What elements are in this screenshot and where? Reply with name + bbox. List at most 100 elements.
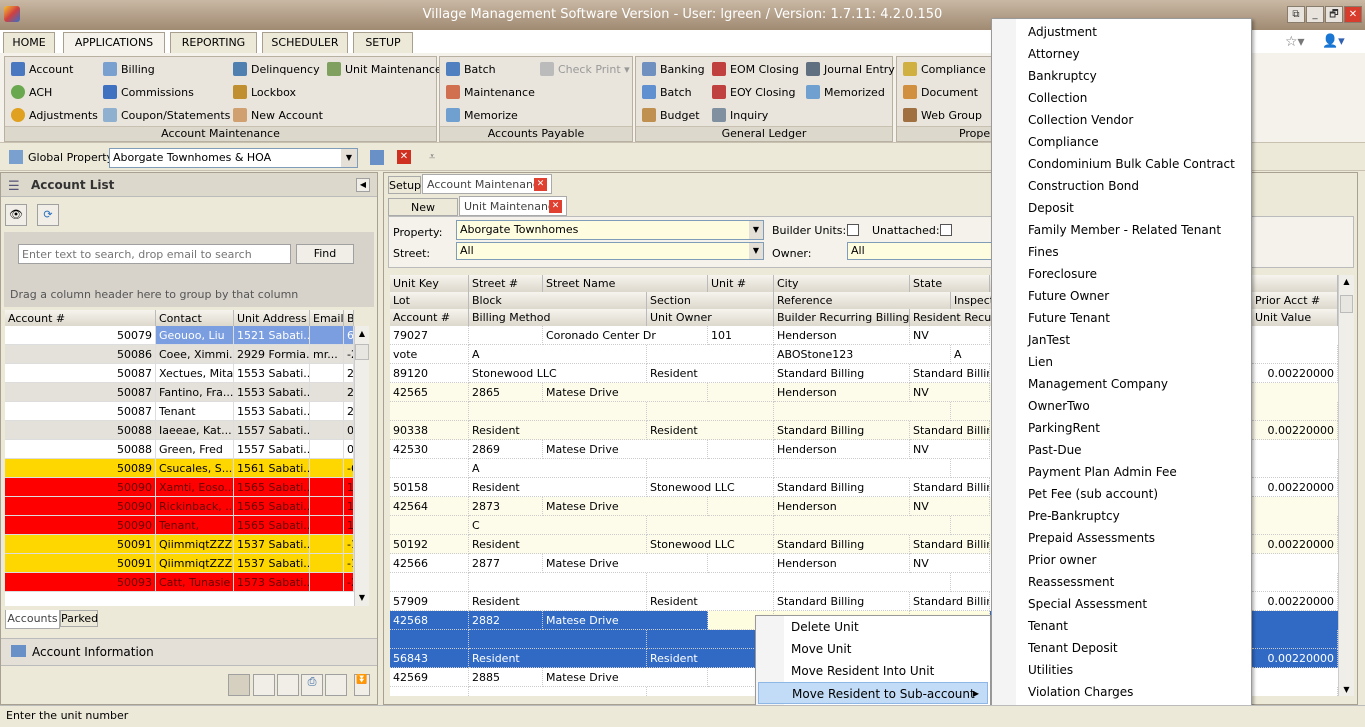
ribbon-web-group[interactable]: Web Group bbox=[903, 108, 982, 122]
table-row[interactable]: 50087Fantino, Fra...1553 Sabati... 200.00 bbox=[5, 383, 354, 402]
menu-item-move-unit[interactable]: Move Unit bbox=[758, 638, 988, 660]
filter-icon[interactable] bbox=[253, 674, 275, 696]
submenu-item[interactable]: Adjustment bbox=[1028, 21, 1097, 43]
submenu-item[interactable]: Prior owner bbox=[1028, 549, 1096, 571]
submenu-item[interactable]: Reassessment bbox=[1028, 571, 1114, 593]
schedule-icon[interactable] bbox=[277, 674, 299, 696]
minimize-button[interactable]: _ bbox=[1306, 6, 1324, 23]
unit-grid-scrollbar[interactable]: ▲ ▼ bbox=[1338, 275, 1354, 696]
column-header[interactable]: Section bbox=[647, 292, 774, 309]
column-header[interactable]: Contact bbox=[156, 310, 234, 326]
ribbon-new-account[interactable]: New Account bbox=[233, 108, 323, 122]
ribbon-unit-maintenance[interactable]: Unit Maintenance bbox=[327, 62, 442, 76]
clear-property-icon[interactable] bbox=[370, 150, 384, 165]
ribbon-inquiry[interactable]: Inquiry bbox=[712, 108, 768, 122]
submenu-item[interactable]: Family Member - Related Tenant bbox=[1028, 219, 1221, 241]
ribbon-ap-maintenance[interactable]: Maintenance bbox=[446, 85, 535, 99]
table-row[interactable]: 50091QiimmiqtZZZ...1537 Sabati... -120.00 bbox=[5, 535, 354, 554]
ribbon-eom-closing[interactable]: EOM Closing bbox=[712, 62, 799, 76]
ribbon-adjustments[interactable]: Adjustments bbox=[11, 108, 98, 122]
menu-item-delete-unit[interactable]: Delete Unit bbox=[758, 616, 988, 638]
ribbon-delinquency[interactable]: Delinquency bbox=[233, 62, 320, 76]
column-header[interactable]: Prior Acct # bbox=[1252, 292, 1338, 309]
column-header[interactable]: Email bbox=[310, 310, 344, 326]
tab-accounts[interactable]: Accounts bbox=[5, 610, 60, 629]
table-row[interactable]: 50088Green, Fred1557 Sabati... 0.00 bbox=[5, 440, 354, 459]
submenu-item[interactable]: Condominium Bulk Cable Contract bbox=[1028, 153, 1235, 175]
submenu-item[interactable]: Bankruptcy bbox=[1028, 65, 1097, 87]
column-header[interactable]: Reference bbox=[774, 292, 951, 309]
submenu-item[interactable]: JanTest bbox=[1028, 329, 1070, 351]
ribbon-document[interactable]: Document bbox=[903, 85, 978, 99]
submenu-item[interactable]: Lien bbox=[1028, 351, 1053, 373]
column-header[interactable]: Account # bbox=[5, 310, 156, 326]
column-header[interactable]: Unit # bbox=[708, 275, 774, 292]
column-header[interactable]: City bbox=[774, 275, 910, 292]
submenu-item[interactable]: Tenant Deposit bbox=[1028, 637, 1118, 659]
table-row[interactable]: 50093Catt, Tunasie1573 Sabati... -2444144… bbox=[5, 573, 354, 592]
table-row[interactable]: 50090Xamti, Eoso...1565 Sabati... 1016251… bbox=[5, 478, 354, 497]
print-icon[interactable]: ⎙ bbox=[301, 674, 323, 696]
ribbon-commissions[interactable]: Commissions bbox=[103, 85, 194, 99]
submenu-item[interactable]: Fines bbox=[1028, 241, 1059, 263]
tab-scheduler[interactable]: SCHEDULER bbox=[262, 32, 348, 53]
view-icon[interactable]: 👁 bbox=[5, 204, 27, 226]
window-tile-button[interactable]: ⧉ bbox=[1287, 6, 1305, 23]
submenu-item[interactable]: Future Owner bbox=[1028, 285, 1109, 307]
user-menu-icon[interactable]: 👤▾ bbox=[1322, 34, 1345, 49]
sub-tab-unit-maintenance[interactable]: Unit Maintenance ✕ bbox=[459, 196, 567, 216]
menu-item-move-resident-into-unit[interactable]: Move Resident Into Unit bbox=[758, 660, 988, 682]
table-row[interactable]: 50087Tenant1553 Sabati... 200.00 bbox=[5, 402, 354, 421]
account-grid-scrollbar[interactable]: ▲ ▼ bbox=[354, 326, 369, 606]
column-header[interactable]: Unit Owner bbox=[647, 309, 774, 326]
find-button[interactable]: Find bbox=[296, 244, 354, 264]
more-icon[interactable]: ⏬ bbox=[354, 674, 370, 696]
builder-units-checkbox[interactable] bbox=[847, 224, 859, 236]
ribbon-coupon-statements[interactable]: Coupon/Statements bbox=[103, 108, 230, 122]
submenu-item[interactable]: Special Assessment bbox=[1028, 593, 1147, 615]
submenu-item[interactable]: ParkingRent bbox=[1028, 417, 1100, 439]
submenu-item[interactable]: Construction Bond bbox=[1028, 175, 1139, 197]
column-header[interactable]: Unit Key bbox=[390, 275, 469, 292]
ribbon-compliance[interactable]: Compliance bbox=[903, 62, 986, 76]
submenu-item[interactable]: Utilities bbox=[1028, 659, 1073, 681]
favorites-star-icon[interactable]: ☆▾ bbox=[1285, 34, 1305, 50]
close-button[interactable]: ✕ bbox=[1344, 6, 1362, 23]
column-header[interactable]: State bbox=[910, 275, 990, 292]
submenu-item[interactable]: Attorney bbox=[1028, 43, 1080, 65]
account-search-input[interactable] bbox=[18, 244, 291, 264]
table-row[interactable]: 50087Xectues, Mita1553 Sabati... 200.00 bbox=[5, 364, 354, 383]
submenu-item[interactable]: Past-Due bbox=[1028, 439, 1082, 461]
ribbon-billing[interactable]: Billing bbox=[103, 62, 155, 76]
ribbon-ach[interactable]: ACH bbox=[11, 85, 52, 99]
remove-property-icon[interactable]: ✕ bbox=[397, 150, 411, 164]
ribbon-gl-batch[interactable]: Batch bbox=[642, 85, 692, 99]
scroll-down-icon[interactable]: ▼ bbox=[1339, 685, 1354, 694]
tab-home[interactable]: HOME bbox=[3, 32, 55, 53]
table-row[interactable]: 50090Tenant,1565 Sabati... 1016251.36 bbox=[5, 516, 354, 535]
scroll-thumb[interactable] bbox=[1340, 295, 1353, 313]
submenu-item[interactable]: Collection Vendor bbox=[1028, 109, 1133, 131]
ribbon-budget[interactable]: Budget bbox=[642, 108, 700, 122]
table-row[interactable]: 50089Csucales, S...1561 Sabati... -6880.4… bbox=[5, 459, 354, 478]
ribbon-account[interactable]: Account bbox=[11, 62, 73, 76]
submenu-item[interactable]: Management Company bbox=[1028, 373, 1168, 395]
doc-tab-account-maintenance[interactable]: Account Maintenance ✕ bbox=[422, 174, 552, 194]
table-row[interactable]: 50086Coee, Ximmi...2929 Formia...mr...-2… bbox=[5, 345, 354, 364]
submenu-item[interactable]: Prepaid Assessments bbox=[1028, 527, 1155, 549]
restore-button[interactable]: 🗗 bbox=[1325, 6, 1343, 23]
chart-icon[interactable] bbox=[325, 674, 347, 696]
column-header[interactable]: Balance bbox=[344, 310, 354, 326]
submenu-item[interactable]: Collection bbox=[1028, 87, 1087, 109]
submenu-item[interactable]: Compliance bbox=[1028, 131, 1099, 153]
scroll-down-icon[interactable]: ▼ bbox=[355, 590, 369, 606]
column-header[interactable]: Street Name bbox=[543, 275, 708, 292]
list-view-icon[interactable] bbox=[228, 674, 250, 696]
column-header[interactable]: Account # bbox=[390, 309, 469, 326]
column-header[interactable]: Lot bbox=[390, 292, 469, 309]
submenu-item[interactable]: Foreclosure bbox=[1028, 263, 1097, 285]
column-header[interactable]: Block bbox=[469, 292, 647, 309]
submenu-item[interactable]: Payment Plan Admin Fee bbox=[1028, 461, 1177, 483]
column-header[interactable]: Street # bbox=[469, 275, 543, 292]
close-tab-icon[interactable]: ✕ bbox=[534, 178, 547, 191]
